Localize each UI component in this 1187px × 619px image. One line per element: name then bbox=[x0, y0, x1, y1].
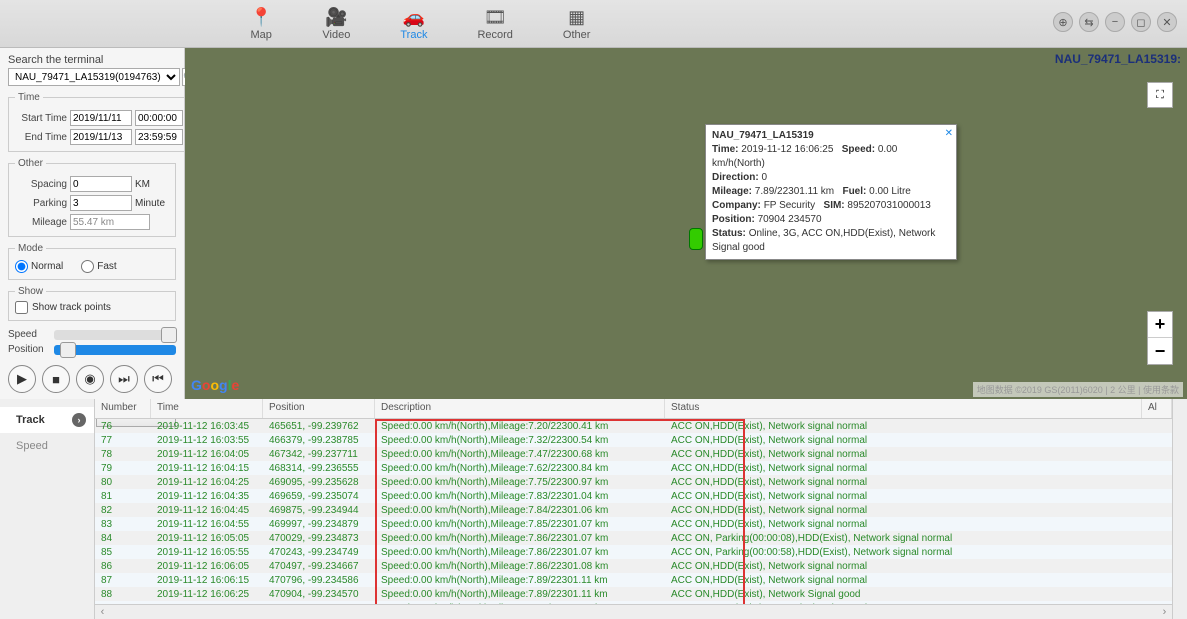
grid-body[interactable]: 762019-11-12 16:03:45465651, -99.239762S… bbox=[95, 419, 1172, 604]
tab-track[interactable]: Track› bbox=[0, 407, 94, 433]
table-row[interactable]: 802019-11-12 16:04:25469095, -99.235628S… bbox=[95, 475, 1172, 489]
chevron-right-icon: › bbox=[72, 413, 86, 427]
step-back-button[interactable]: ⏮ bbox=[144, 365, 172, 393]
film-icon: 🎞 bbox=[484, 7, 507, 29]
vertical-scrollbar[interactable] bbox=[1172, 399, 1187, 619]
grid-header: Number Time Position Description Status … bbox=[95, 399, 1172, 419]
table-row[interactable]: 842019-11-12 16:05:05470029, -99.234873S… bbox=[95, 531, 1172, 545]
step-fwd-button[interactable]: ⏭ bbox=[110, 365, 138, 393]
parking-input[interactable] bbox=[70, 195, 132, 211]
video-icon: 🎥 bbox=[325, 7, 347, 29]
nav-other[interactable]: ▦Other bbox=[563, 7, 591, 41]
vehicle-marker[interactable] bbox=[689, 228, 703, 250]
horizontal-scrollbar[interactable]: ‹› bbox=[95, 604, 1172, 619]
table-row[interactable]: 772019-11-12 16:03:55466379, -99.238785S… bbox=[95, 433, 1172, 447]
google-logo: Google bbox=[191, 377, 239, 393]
spacing-input[interactable] bbox=[70, 176, 132, 192]
tab-speed[interactable]: Speed bbox=[0, 433, 94, 459]
map-credits: 地图数据 ©2019 GS(2011)6020 | 2 公里 | 使用条款 bbox=[973, 382, 1183, 397]
start-time-input[interactable] bbox=[135, 110, 183, 126]
vehicle-info-bubble: ✕ NAU_79471_LA15319 Time: 2019-11-12 16:… bbox=[705, 124, 957, 260]
map-canvas[interactable]: NAU_79471_LA15319: ⛶ +− ✕ NAU_79471_LA15… bbox=[185, 48, 1187, 399]
table-row[interactable]: 812019-11-12 16:04:35469659, -99.235074S… bbox=[95, 489, 1172, 503]
table-row[interactable]: 862019-11-12 16:06:05470497, -99.234667S… bbox=[95, 559, 1172, 573]
btn-restore[interactable]: ◻ bbox=[1131, 12, 1151, 32]
table-row[interactable]: 822019-11-12 16:04:45469875, -99.234944S… bbox=[95, 503, 1172, 517]
terminal-select[interactable]: NAU_79471_LA15319(0194763) bbox=[8, 68, 180, 86]
table-row[interactable]: 832019-11-12 16:04:55469997, -99.234879S… bbox=[95, 517, 1172, 531]
btn-swap[interactable]: ⇆ bbox=[1079, 12, 1099, 32]
play-button[interactable]: ▶ bbox=[8, 365, 36, 393]
mode-normal-radio[interactable]: Normal bbox=[15, 260, 63, 273]
end-date-input[interactable] bbox=[70, 129, 132, 145]
top-toolbar: 📍Map 🎥Video 🚗Track 🎞Record ▦Other ⊕ ⇆ − … bbox=[0, 0, 1187, 48]
zoom-out-button[interactable]: − bbox=[1148, 338, 1172, 364]
nav-map[interactable]: 📍Map bbox=[250, 7, 272, 41]
nav-track[interactable]: 🚗Track bbox=[400, 7, 427, 41]
table-row[interactable]: 872019-11-12 16:06:15470796, -99.234586S… bbox=[95, 573, 1172, 587]
grid-icon: ▦ bbox=[568, 7, 585, 29]
left-panel: Search the terminal NAU_79471_LA15319(01… bbox=[0, 48, 185, 399]
map-title: NAU_79471_LA15319: bbox=[1055, 52, 1181, 66]
btn-extra-1[interactable]: ⊕ bbox=[1053, 12, 1073, 32]
search-terminal-label: Search the terminal bbox=[8, 54, 176, 66]
position-slider[interactable] bbox=[54, 345, 176, 355]
table-row[interactable]: 782019-11-12 16:04:05467342, -99.237711S… bbox=[95, 447, 1172, 461]
zoom-in-button[interactable]: + bbox=[1148, 312, 1172, 338]
fullscreen-button[interactable]: ⛶ bbox=[1147, 82, 1173, 108]
table-row[interactable]: 852019-11-12 16:05:55470243, -99.234749S… bbox=[95, 545, 1172, 559]
nav-video[interactable]: 🎥Video bbox=[322, 7, 350, 41]
end-time-input[interactable] bbox=[135, 129, 183, 145]
table-row[interactable]: 892019-11-12 16:06:35471158, -99.234488S… bbox=[95, 601, 1172, 604]
bubble-close-icon[interactable]: ✕ bbox=[945, 127, 953, 141]
nav-record[interactable]: 🎞Record bbox=[477, 7, 512, 41]
start-date-input[interactable] bbox=[70, 110, 132, 126]
table-row[interactable]: 792019-11-12 16:04:15468314, -99.236555S… bbox=[95, 461, 1172, 475]
map-pin-icon: 📍 bbox=[250, 7, 272, 29]
table-row[interactable]: 762019-11-12 16:03:45465651, -99.239762S… bbox=[95, 419, 1172, 433]
table-row[interactable]: 882019-11-12 16:06:25470904, -99.234570S… bbox=[95, 587, 1172, 601]
btn-minimize[interactable]: − bbox=[1105, 12, 1125, 32]
show-track-points-checkbox[interactable]: Show track points bbox=[15, 301, 169, 314]
record-button[interactable]: ◉ bbox=[76, 365, 104, 393]
stop-button[interactable]: ■ bbox=[42, 365, 70, 393]
bottom-panel: Track› Speed Number Time Position Descri… bbox=[0, 399, 1187, 619]
speed-slider[interactable] bbox=[54, 330, 176, 340]
btn-close[interactable]: ✕ bbox=[1157, 12, 1177, 32]
car-icon: 🚗 bbox=[403, 7, 425, 29]
mode-fast-radio[interactable]: Fast bbox=[81, 260, 116, 273]
mileage-display bbox=[70, 214, 150, 230]
